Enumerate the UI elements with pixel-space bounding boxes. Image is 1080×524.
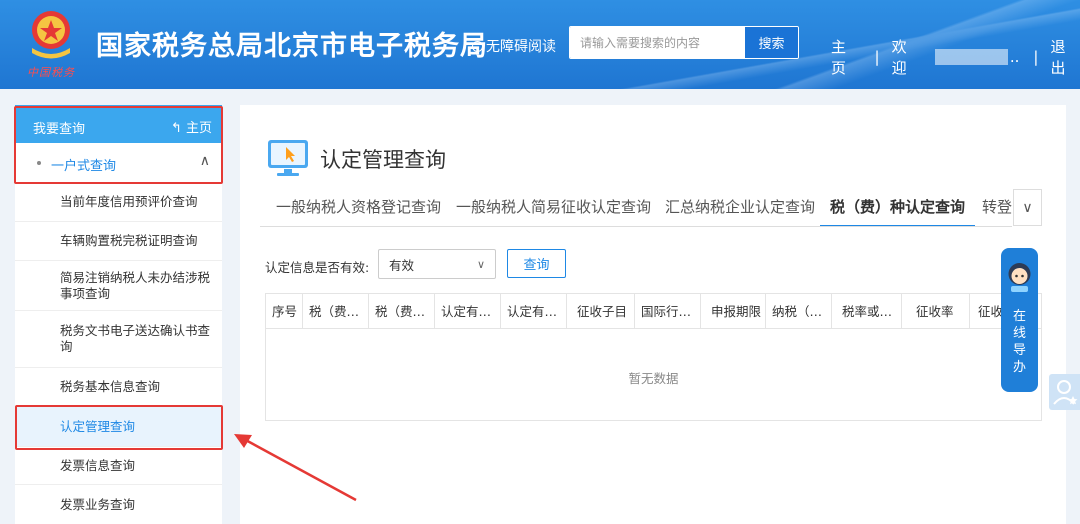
sidebar-title: 我要查询	[33, 122, 86, 137]
annotation-arrow	[234, 434, 357, 502]
search-button[interactable]: 搜索	[745, 27, 798, 58]
table-header: 序号 税（费… 税（费… 认定有… 认定有… 征收子目 国际行… 申报期限 纳税…	[266, 294, 1041, 329]
online-guide-text: 在线导办	[1013, 309, 1027, 375]
tab-more-button[interactable]: ∨	[1013, 189, 1042, 226]
sidebar-item-invoice-info[interactable]: 发票信息查询	[15, 447, 222, 485]
sidebar-home-label: 主页	[185, 121, 212, 136]
valid-filter-value: 有效	[389, 257, 415, 273]
bullet-icon	[37, 161, 41, 165]
main-panel: 认定管理查询 一般纳税人资格登记查询 一般纳税人简易征收认定查询 汇总纳税企业认…	[240, 105, 1066, 524]
site-title: 国家税务总局北京市电子税务局	[96, 31, 488, 62]
sidebar-item-deregistration-matters[interactable]: 简易注销纳税人未办结涉税事项查询	[15, 261, 222, 311]
username-ellipsis: ..	[1009, 48, 1020, 66]
tab-transfer-registration[interactable]: 转登记	[972, 187, 1012, 226]
sidebar: 我要查询 ↰ 主页 一户式查询 ∧ 当前年度信用预评价查询 车辆购置税完税证明查…	[15, 105, 222, 524]
accessibility-link[interactable]: 无障碍阅读	[472, 36, 556, 56]
column-header[interactable]: 税率或…	[832, 294, 902, 329]
column-header[interactable]: 征收子目	[567, 294, 635, 329]
accessibility-icon	[472, 40, 483, 52]
home-link[interactable]: 主页	[831, 36, 861, 78]
sidebar-item-qualification-management[interactable]: 认定管理查询	[15, 407, 222, 447]
column-header[interactable]: 纳税（…	[766, 294, 832, 329]
sidebar-item-credit-evaluation[interactable]: 当前年度信用预评价查询	[15, 183, 222, 222]
column-header[interactable]: 征收率	[902, 294, 970, 329]
chevron-up-icon: ∧	[199, 153, 210, 169]
chevron-down-icon: ∨	[1022, 199, 1033, 216]
user-star-icon	[1053, 380, 1078, 405]
service-agent-icon	[1008, 263, 1031, 292]
welcome-text: 欢迎	[891, 38, 907, 77]
emblem-subtitle: 中国税务	[27, 66, 75, 79]
empty-state-text: 暂无数据	[628, 371, 679, 386]
user-service-button[interactable]	[1049, 374, 1080, 410]
site-header: 中国税务 国家税务总局北京市电子税务局 无障碍阅读 搜索 主页 | 欢迎 .. …	[0, 0, 1080, 89]
logout-link[interactable]: 退出	[1050, 36, 1080, 78]
online-guide-label: 在线导办	[1001, 308, 1038, 376]
username-mask	[935, 49, 1008, 65]
query-button[interactable]: 查询	[507, 249, 566, 278]
tab-general-taxpayer-simple-levy[interactable]: 一般纳税人简易征收认定查询	[446, 187, 661, 226]
accessibility-label: 无障碍阅读	[486, 39, 556, 55]
sidebar-item-basic-info[interactable]: 税务基本信息查询	[15, 368, 222, 407]
search-box: 搜索	[569, 26, 799, 59]
column-header[interactable]: 国际行…	[635, 294, 701, 329]
column-header[interactable]: 序号	[266, 294, 303, 329]
column-header[interactable]: 税（费…	[369, 294, 435, 329]
tab-bar: 一般纳税人资格登记查询 一般纳税人简易征收认定查询 汇总纳税企业认定查询 税（费…	[260, 187, 1012, 227]
column-header[interactable]: 税（费…	[303, 294, 369, 329]
divider: |	[1033, 48, 1039, 66]
top-links: 主页 | 欢迎 .. | 退出	[831, 36, 1080, 78]
valid-filter-label: 认定信息是否有效:	[265, 260, 370, 275]
tab-tax-type-qualification[interactable]: 税（费）种认定查询	[820, 187, 976, 226]
tax-emblem-icon	[32, 11, 70, 59]
page-title: 认定管理查询	[320, 148, 446, 172]
column-header[interactable]: 申报期限	[701, 294, 766, 329]
column-header[interactable]: 认定有…	[501, 294, 567, 329]
sidebar-item-vehicle-tax-certificate[interactable]: 车辆购置税完税证明查询	[15, 222, 222, 261]
divider: |	[874, 48, 880, 66]
sidebar-item-electronic-delivery[interactable]: 税务文书电子送达确认书查询	[15, 311, 222, 368]
sidebar-group-label: 一户式查询	[51, 159, 117, 174]
sidebar-group-household-query[interactable]: 一户式查询 ∧	[15, 143, 222, 183]
sidebar-item-invoice-business[interactable]: 发票业务查询	[15, 485, 222, 524]
monitor-cursor-icon	[268, 140, 308, 176]
tab-general-taxpayer-registration[interactable]: 一般纳税人资格登记查询	[266, 187, 451, 226]
valid-filter-select[interactable]: 有效 ∨	[378, 249, 496, 279]
online-guide-button[interactable]: 在线导办	[1001, 248, 1038, 392]
back-arrow-icon: ↰	[170, 121, 182, 136]
result-table: 序号 税（费… 税（费… 认定有… 认定有… 征收子目 国际行… 申报期限 纳税…	[265, 293, 1042, 421]
sidebar-home-link[interactable]: ↰ 主页	[171, 117, 212, 136]
sidebar-header: 我要查询 ↰ 主页	[15, 105, 222, 143]
chevron-down-icon: ∨	[476, 257, 485, 271]
column-header[interactable]: 认定有…	[435, 294, 501, 329]
tab-consolidated-tax-enterprise[interactable]: 汇总纳税企业认定查询	[655, 187, 825, 226]
search-input[interactable]	[570, 27, 745, 58]
